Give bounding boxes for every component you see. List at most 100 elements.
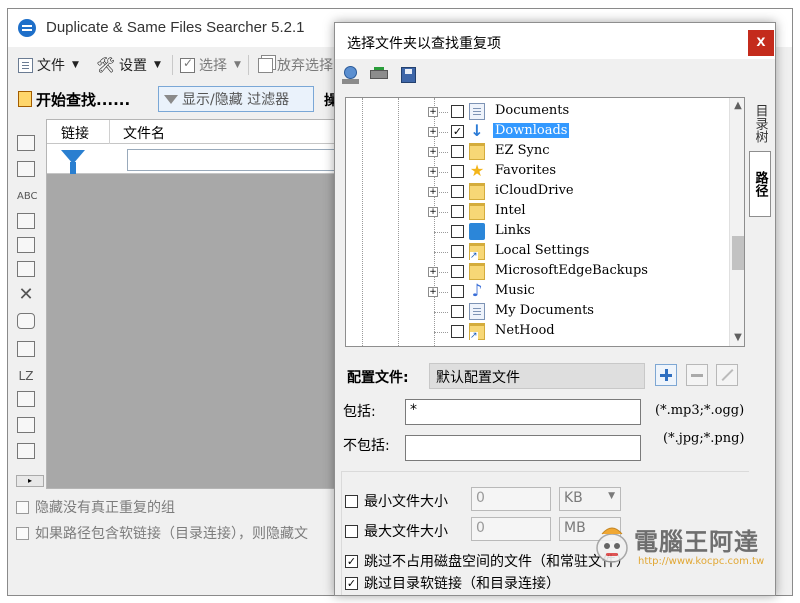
group-tree-alt-icon[interactable] bbox=[17, 237, 35, 253]
lz-icon[interactable]: LZ bbox=[17, 369, 35, 385]
chevron-down-icon: ▼ bbox=[154, 60, 161, 70]
chevron-down-icon: ▼ bbox=[234, 60, 241, 70]
min-size-input[interactable]: 0 bbox=[471, 487, 551, 511]
skip-sparse-option[interactable]: ✓ 跳过不占用磁盘空间的文件（和常驻文件） bbox=[345, 551, 630, 571]
tree-checkbox[interactable] bbox=[451, 165, 464, 178]
hide-nonduplicate-checkbox[interactable] bbox=[16, 500, 29, 514]
columns-icon[interactable] bbox=[17, 391, 35, 407]
tree-checkbox[interactable] bbox=[451, 245, 464, 258]
tree-item-iclouddrive[interactable]: + iCloudDrive bbox=[346, 182, 726, 202]
expand-toggle[interactable]: + bbox=[428, 207, 438, 217]
skip-sparse-checkbox[interactable]: ✓ bbox=[345, 554, 358, 568]
tree-item-music[interactable]: + ♪ Music bbox=[346, 282, 726, 302]
chevron-down-icon: ▼ bbox=[608, 491, 615, 501]
file-menu[interactable]: 文件 ▼ bbox=[18, 54, 79, 76]
tree-checkbox[interactable] bbox=[451, 145, 464, 158]
tree-checkbox[interactable] bbox=[451, 225, 464, 238]
tree-checkbox[interactable] bbox=[451, 185, 464, 198]
column-header-link[interactable]: 链接 bbox=[61, 123, 89, 143]
max-size-input[interactable]: 0 bbox=[471, 517, 551, 541]
expand-toggle[interactable]: + bbox=[428, 127, 438, 137]
column-separator[interactable] bbox=[109, 120, 110, 144]
tree-checkbox[interactable] bbox=[451, 285, 464, 298]
tree-checkbox[interactable] bbox=[451, 305, 464, 318]
tree-item-downloads[interactable]: + ✓ ↓ Downloads bbox=[346, 122, 726, 142]
save-icon[interactable] bbox=[398, 65, 418, 85]
start-search-button[interactable]: 开始查找...... bbox=[18, 88, 130, 110]
select-menu[interactable]: 选择 ▼ bbox=[180, 54, 241, 76]
expand-all-icon[interactable] bbox=[17, 135, 35, 151]
skip-links-option[interactable]: ✓ 跳过目录软链接（和目录连接） bbox=[345, 573, 560, 593]
tree-item-documents[interactable]: + Documents bbox=[346, 102, 726, 122]
tree-checkbox[interactable] bbox=[451, 265, 464, 278]
menu-separator bbox=[248, 55, 249, 75]
scroll-thumb[interactable] bbox=[732, 236, 744, 270]
exclude-label: 不包括: bbox=[343, 438, 390, 454]
hide-nonduplicate-option[interactable]: 隐藏没有真正重复的组 bbox=[16, 497, 175, 517]
tools-icon: 🛠 bbox=[96, 56, 116, 74]
drive-icon[interactable] bbox=[369, 65, 389, 85]
exclude-input[interactable] bbox=[405, 435, 641, 461]
collapse-all-icon[interactable] bbox=[17, 161, 35, 177]
tab-directory-tree[interactable]: 目录树 bbox=[749, 95, 771, 151]
tree-item-links[interactable]: Links bbox=[346, 222, 726, 242]
deselect-menu[interactable]: 放弃选择 bbox=[258, 54, 333, 76]
max-size-checkbox[interactable] bbox=[345, 524, 358, 538]
scroll-up-icon[interactable]: ▲ bbox=[730, 98, 744, 114]
add-profile-button[interactable] bbox=[655, 364, 677, 386]
expand-toggle[interactable]: + bbox=[428, 107, 438, 117]
menu-separator bbox=[172, 55, 173, 75]
expand-toggle[interactable]: + bbox=[428, 287, 438, 297]
max-size-option[interactable]: 最大文件大小 bbox=[345, 521, 448, 541]
tree-item-nethood[interactable]: NetHood bbox=[346, 322, 726, 342]
group-cross-icon[interactable] bbox=[17, 261, 35, 277]
column-header-filename[interactable]: 文件名 bbox=[123, 123, 165, 143]
remove-profile-button[interactable] bbox=[686, 364, 708, 386]
expand-toggle[interactable]: + bbox=[428, 187, 438, 197]
profile-select[interactable]: 默认配置文件 bbox=[429, 363, 645, 389]
min-size-option[interactable]: 最小文件大小 bbox=[345, 491, 448, 511]
max-size-unit: MB bbox=[564, 520, 586, 536]
tree-item-my-documents[interactable]: My Documents bbox=[346, 302, 726, 322]
recycle-icon[interactable] bbox=[17, 313, 35, 329]
dialog-titlebar: 选择文件夹以查找重复项 x bbox=[335, 23, 775, 59]
filter-funnel-icon[interactable] bbox=[61, 150, 85, 174]
close-button[interactable]: x bbox=[748, 30, 774, 56]
tree-item-intel[interactable]: + Intel bbox=[346, 202, 726, 222]
move-icon[interactable] bbox=[17, 341, 35, 357]
tree-checkbox[interactable]: ✓ bbox=[451, 125, 464, 138]
expand-toggle[interactable]: + bbox=[428, 147, 438, 157]
filter-columns-icon[interactable] bbox=[17, 417, 35, 433]
tree-checkbox[interactable] bbox=[451, 325, 464, 338]
scroll-down-icon[interactable]: ▼ bbox=[730, 330, 744, 346]
tree-scrollbar[interactable]: ▲ ▼ bbox=[729, 98, 744, 346]
hide-softlink-option[interactable]: 如果路径包含软链接（目录连接），则隐藏文 bbox=[16, 523, 308, 543]
tree-item-local-settings[interactable]: Local Settings bbox=[346, 242, 726, 262]
network-icon[interactable] bbox=[341, 65, 361, 85]
tree-checkbox[interactable] bbox=[451, 105, 464, 118]
expand-toggle[interactable]: + bbox=[428, 267, 438, 277]
min-size-unit-select[interactable]: KB ▼ bbox=[559, 487, 621, 511]
tree-checkbox[interactable] bbox=[451, 205, 464, 218]
skip-links-checkbox[interactable]: ✓ bbox=[345, 576, 358, 590]
delete-icon[interactable]: ✕ bbox=[17, 286, 35, 304]
include-label: 包括: bbox=[343, 404, 376, 420]
tree-item-edge-backups[interactable]: + MicrosoftEdgeBackups bbox=[346, 262, 726, 282]
include-input[interactable]: * bbox=[405, 399, 641, 425]
settings-menu[interactable]: 🛠 设置 ▼ bbox=[96, 54, 161, 76]
list-icon[interactable] bbox=[17, 443, 35, 459]
strip-scroll-arrow[interactable]: ▸ bbox=[16, 475, 44, 487]
group-tree-icon[interactable] bbox=[17, 213, 35, 229]
tree-item-favorites[interactable]: + ★ Favorites bbox=[346, 162, 726, 182]
include-hint: (*.mp3;*.ogg) bbox=[655, 403, 745, 418]
tab-path[interactable]: 路径 bbox=[749, 151, 771, 217]
hide-softlink-checkbox[interactable] bbox=[16, 526, 29, 540]
expand-toggle[interactable]: + bbox=[428, 167, 438, 177]
tree-item-label: Documents bbox=[495, 103, 570, 118]
toggle-filter-button[interactable]: 显示/隐藏 过滤器 bbox=[158, 86, 314, 112]
min-size-checkbox[interactable] bbox=[345, 494, 358, 508]
edit-profile-button[interactable] bbox=[716, 364, 738, 386]
sort-abc-icon[interactable]: ABC bbox=[17, 191, 38, 207]
filename-filter-input[interactable] bbox=[127, 149, 347, 171]
tree-item-ezsync[interactable]: + EZ Sync bbox=[346, 142, 726, 162]
